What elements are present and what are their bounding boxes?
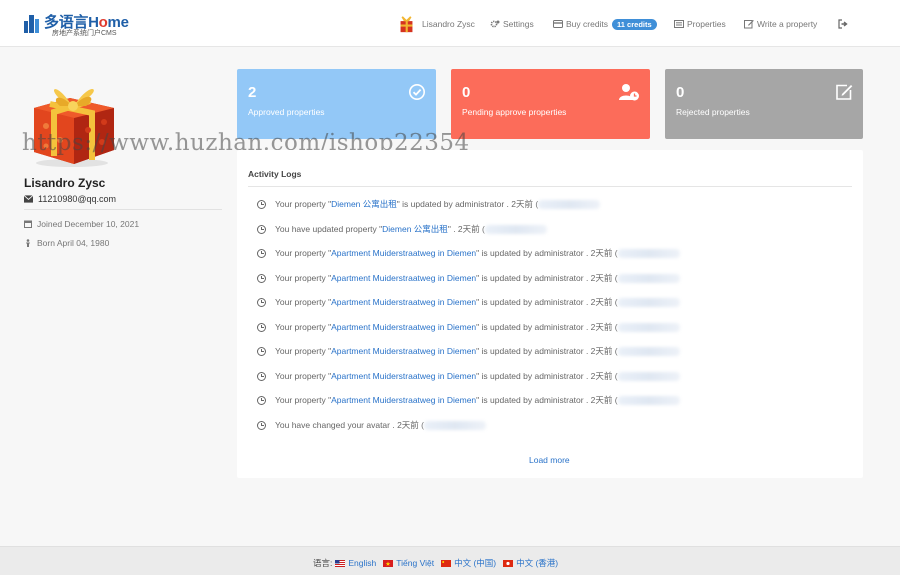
- clock-icon: [257, 297, 266, 307]
- pending-label: Pending approve properties: [462, 107, 567, 117]
- pending-count: 0: [462, 84, 471, 101]
- blurred-timestamp: [617, 395, 680, 405]
- property-link[interactable]: Apartment Muiderstraatweg in Diemen: [331, 322, 476, 332]
- building-logo-icon: [24, 13, 42, 33]
- clock-icon: [257, 273, 266, 283]
- nav-properties[interactable]: Properties: [674, 14, 726, 34]
- activity-divider: [248, 186, 852, 187]
- edit-icon: [744, 20, 754, 29]
- blurred-timestamp: [617, 273, 680, 283]
- blurred-timestamp: [538, 199, 601, 209]
- activity-log-item: Your property " Apartment Muiderstraatweg…: [257, 393, 680, 407]
- profile-born: Born April 04, 1980: [37, 238, 110, 248]
- activity-log-item: Your property " Apartment Muiderstraatweg…: [257, 320, 680, 334]
- activity-log-item: Your property " Apartment Muiderstraatweg…: [257, 271, 680, 285]
- nav-user-profile[interactable]: Lisandro Zysc: [398, 14, 475, 34]
- property-link[interactable]: Apartment Muiderstraatweg in Diemen: [331, 346, 476, 356]
- rejected-properties-card[interactable]: 0 Rejected properties: [665, 69, 863, 139]
- profile-email: 11210980@qq.com: [38, 194, 117, 204]
- sidebar-divider: [24, 209, 222, 210]
- language-label: 语言:: [313, 558, 333, 568]
- credits-badge: 11 credits: [612, 18, 657, 30]
- profile-email-row: 11210980@qq.com: [24, 194, 116, 204]
- language-option-chinese-hk[interactable]: 中文 (香港): [503, 557, 558, 569]
- sign-out-icon: [838, 19, 848, 29]
- blurred-timestamp: [617, 248, 680, 258]
- clock-icon: [257, 224, 266, 234]
- gears-icon: [490, 20, 500, 28]
- china-flag-icon: [441, 559, 452, 567]
- rejected-label: Rejected properties: [676, 107, 750, 117]
- nav-logout[interactable]: [838, 14, 851, 34]
- language-switcher: 语言: English Tiếng Việt 中文 (中国) 中文 (香港): [313, 557, 565, 569]
- credit-card-icon: [553, 20, 563, 28]
- property-link[interactable]: Apartment Muiderstraatweg in Diemen: [331, 248, 476, 258]
- nav-write-property-label: Write a property: [757, 19, 818, 29]
- blurred-timestamp: [424, 420, 486, 430]
- clock-icon: [257, 395, 266, 405]
- activity-log-item: Your property " Diemen 公寓出租 " is updated b…: [257, 197, 601, 211]
- activity-log-item: You have changed your avatar . 2天前 (: [257, 418, 486, 432]
- rejected-count: 0: [676, 84, 685, 101]
- load-more-link[interactable]: Load more: [529, 455, 570, 465]
- property-link[interactable]: Diemen 公寓出租: [331, 198, 397, 210]
- activity-logs-title: Activity Logs: [248, 169, 302, 179]
- activity-logs-panel: Activity Logs Your property " Diemen 公寓出租…: [237, 150, 863, 478]
- profile-born-row: Born April 04, 1980: [24, 238, 109, 248]
- nav-write-property[interactable]: Write a property: [744, 14, 817, 34]
- blurred-timestamp: [484, 224, 547, 234]
- hong-kong-flag-icon: [503, 559, 514, 567]
- us-flag-icon: [335, 559, 346, 567]
- nav-buy-credits-label: Buy credits: [566, 19, 609, 29]
- activity-log-item: Your property " Apartment Muiderstraatweg…: [257, 344, 680, 358]
- clock-icon: [257, 346, 266, 356]
- approved-properties-card[interactable]: 2 Approved properties: [237, 69, 436, 139]
- nav-user-name: Lisandro Zysc: [422, 19, 475, 29]
- calendar-icon: [24, 220, 32, 228]
- clock-icon: [257, 371, 266, 381]
- list-alt-icon: [674, 20, 684, 28]
- clock-icon: [257, 199, 266, 209]
- profile-joined-row: Joined December 10, 2021: [24, 219, 139, 229]
- clock-icon: [257, 322, 266, 332]
- vietnam-flag-icon: [383, 559, 394, 567]
- user-clock-icon: [619, 84, 639, 101]
- pending-properties-card[interactable]: 0 Pending approve properties: [451, 69, 650, 139]
- blurred-timestamp: [617, 297, 680, 307]
- approved-count: 2: [248, 84, 257, 101]
- language-option-english[interactable]: English: [335, 558, 376, 568]
- nav-settings-label: Settings: [503, 19, 534, 29]
- user-avatar-icon: [400, 15, 413, 32]
- footer: 语言: English Tiếng Việt 中文 (中国) 中文 (香港): [0, 546, 900, 575]
- clock-icon: [257, 420, 266, 430]
- logo-tagline: 房地产系统门户CMS: [52, 30, 117, 37]
- activity-log-item: You have updated property " Diemen 公寓出租 " …: [257, 222, 547, 236]
- blurred-timestamp: [617, 371, 680, 381]
- blurred-timestamp: [617, 346, 680, 356]
- property-link[interactable]: Apartment Muiderstraatweg in Diemen: [331, 273, 476, 283]
- nav-buy-credits[interactable]: Buy credits 11 credits: [553, 14, 657, 34]
- activity-log-item: Your property " Apartment Muiderstraatweg…: [257, 369, 680, 383]
- check-circle-icon: [409, 84, 425, 100]
- nav-settings[interactable]: Settings: [490, 14, 534, 34]
- nav-properties-label: Properties: [687, 19, 726, 29]
- language-option-chinese-cn[interactable]: 中文 (中国): [441, 557, 496, 569]
- property-link[interactable]: Diemen 公寓出租: [382, 223, 448, 235]
- profile-joined: Joined December 10, 2021: [37, 219, 140, 229]
- clock-icon: [257, 248, 266, 258]
- top-navbar: 多语言Home 房地产系统门户CMS Lisandro Zysc Setting…: [0, 0, 900, 47]
- birthday-person-icon: [26, 239, 30, 247]
- blurred-timestamp: [617, 322, 680, 332]
- activity-log-item: Your property " Apartment Muiderstraatweg…: [257, 295, 680, 309]
- activity-log-item: Your property " Apartment Muiderstraatweg…: [257, 246, 680, 260]
- property-link[interactable]: Apartment Muiderstraatweg in Diemen: [331, 297, 476, 307]
- approved-label: Approved properties: [248, 107, 325, 117]
- property-link[interactable]: Apartment Muiderstraatweg in Diemen: [331, 395, 476, 405]
- envelope-icon: [24, 195, 33, 203]
- site-logo[interactable]: 多语言Home 房地产系统门户CMS: [24, 11, 144, 37]
- edit-icon: [836, 84, 853, 100]
- property-link[interactable]: Apartment Muiderstraatweg in Diemen: [331, 371, 476, 381]
- language-option-vietnamese[interactable]: Tiếng Việt: [383, 558, 434, 568]
- profile-name: Lisandro Zysc: [24, 176, 106, 190]
